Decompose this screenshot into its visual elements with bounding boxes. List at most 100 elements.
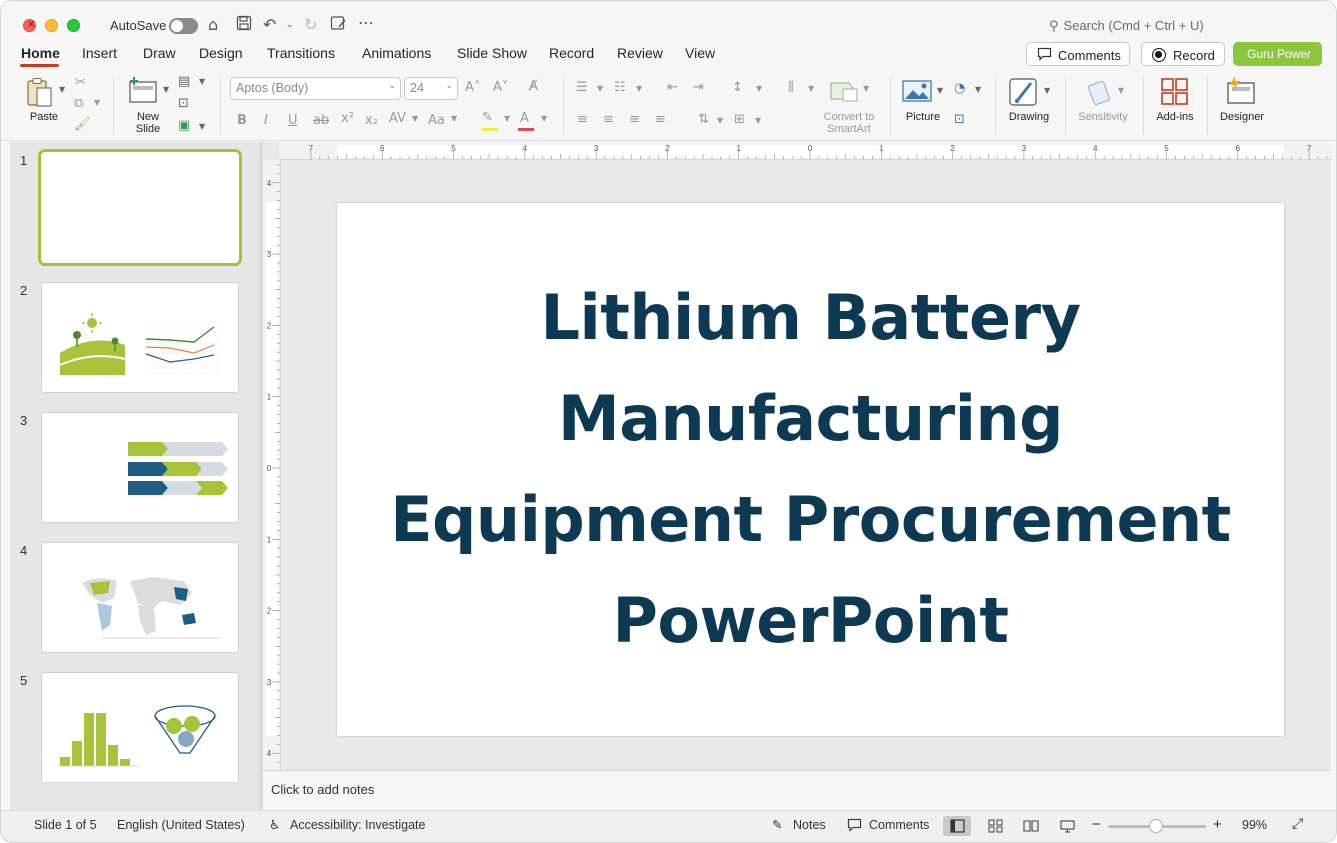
new-slide-button[interactable] — [128, 76, 160, 109]
align-center-icon[interactable]: ≡ — [603, 112, 614, 127]
character-spacing-icon[interactable]: AV — [389, 111, 406, 126]
case-dropdown-icon[interactable]: ▼ — [451, 114, 457, 123]
comments-button[interactable]: Comments — [1026, 42, 1130, 66]
shapes-icon[interactable]: ◔ — [954, 81, 965, 96]
tab-animations[interactable]: Animations — [362, 45, 431, 61]
font-size-select[interactable]: 24 ⌄ — [404, 77, 458, 100]
superscript-icon[interactable]: x² — [341, 111, 354, 126]
spacing-dropdown-icon[interactable]: ▼ — [412, 114, 418, 123]
notes-icon[interactable]: ✎ — [772, 817, 782, 832]
decrease-indent-icon[interactable]: ⇤ — [667, 80, 678, 95]
layout-icon[interactable]: ▤ — [178, 74, 190, 89]
language-status[interactable]: English (United States) — [117, 818, 245, 832]
section-dropdown-icon[interactable]: ▼ — [199, 122, 205, 131]
line-spacing-dropdown-icon[interactable]: ▼ — [756, 84, 762, 93]
record-button[interactable]: Record — [1141, 42, 1225, 66]
slide-thumbnail-3[interactable] — [41, 412, 239, 523]
designer-button[interactable] — [1225, 75, 1259, 112]
guru-power-button[interactable]: Guru Power — [1233, 42, 1322, 66]
columns-dropdown-icon[interactable]: ▼ — [808, 84, 814, 93]
more-options-icon[interactable]: ⋯ — [358, 13, 374, 32]
fit-to-window-icon[interactable]: ⤢ — [1292, 816, 1303, 832]
font-color-icon[interactable]: A — [518, 111, 534, 131]
zoom-percent[interactable]: 99% — [1242, 818, 1267, 832]
redo-icon[interactable]: ↻ — [304, 15, 317, 34]
slide-thumbnail-2[interactable] — [41, 282, 239, 393]
slide-show-button[interactable] — [1053, 816, 1081, 836]
tab-record[interactable]: Record — [549, 45, 594, 61]
reading-view-button[interactable] — [1016, 816, 1044, 836]
line-spacing-icon[interactable]: ↕ — [732, 80, 743, 95]
slide-title[interactable]: Lithium Battery Manufacturing Equipment … — [337, 267, 1284, 671]
numbering-dropdown-icon[interactable]: ▼ — [636, 84, 642, 93]
quick-style-icon[interactable] — [330, 15, 347, 35]
copy-icon[interactable]: ⧉ — [74, 96, 83, 111]
clear-formatting-icon[interactable]: A̸ — [529, 79, 538, 94]
align-text-dropdown-icon[interactable]: ▼ — [755, 116, 761, 125]
notes-toggle[interactable]: Notes — [793, 818, 826, 832]
slide-thumbnail-panel[interactable]: 1 2 3 4 5 — [10, 142, 259, 810]
comments-toggle[interactable]: Comments — [869, 818, 929, 832]
strikethrough-icon[interactable]: ab — [313, 113, 329, 128]
text-direction-dropdown-icon[interactable]: ▼ — [717, 116, 723, 125]
normal-view-button[interactable] — [943, 816, 971, 836]
accessibility-icon[interactable]: ♿ — [269, 817, 280, 832]
search-box[interactable]: ⚲ Search (Cmd + Ctrl + U) — [1049, 18, 1204, 34]
highlight-icon[interactable]: ✎ — [482, 110, 498, 131]
tab-design[interactable]: Design — [199, 45, 243, 61]
paste-dropdown-icon[interactable]: ▼ — [59, 85, 65, 94]
format-painter-icon[interactable]: 🖌 — [74, 117, 91, 132]
zoom-slider-handle[interactable] — [1149, 819, 1163, 833]
justify-icon[interactable]: ≡ — [655, 112, 666, 127]
slide-thumbnail-1[interactable] — [38, 149, 242, 266]
add-ins-button[interactable] — [1160, 77, 1190, 112]
tab-slide-show[interactable]: Slide Show — [457, 45, 527, 61]
drawing-dropdown-icon[interactable]: ▼ — [1044, 86, 1050, 95]
undo-icon[interactable]: ↶ — [263, 15, 276, 34]
tab-insert[interactable]: Insert — [82, 45, 117, 61]
numbering-icon[interactable]: ☷ — [614, 80, 626, 95]
convert-smartart-button[interactable] — [829, 79, 861, 108]
undo-dropdown-chevron-icon[interactable]: ⌄ — [286, 20, 294, 30]
reset-icon[interactable]: ⊡ — [178, 96, 189, 111]
align-left-icon[interactable]: ≡ — [577, 112, 588, 127]
picture-dropdown-icon[interactable]: ▼ — [937, 86, 943, 95]
zoom-window-button[interactable] — [67, 19, 80, 32]
slide-thumbnail-4[interactable] — [41, 542, 239, 653]
decrease-font-icon[interactable]: A˅ — [493, 80, 508, 95]
increase-font-icon[interactable]: A˄ — [465, 80, 480, 95]
tab-review[interactable]: Review — [617, 45, 663, 61]
font-name-select[interactable]: Aptos (Body) ⌄ — [230, 77, 401, 100]
drawing-button[interactable] — [1009, 77, 1041, 112]
change-case-icon[interactable]: Aa — [428, 113, 445, 128]
current-slide[interactable]: Lithium Battery Manufacturing Equipment … — [337, 203, 1284, 736]
align-right-icon[interactable]: ≡ — [629, 112, 640, 127]
paste-button[interactable] — [25, 77, 59, 114]
close-window-button[interactable]: × — [23, 19, 36, 32]
italic-icon[interactable]: I — [264, 113, 268, 128]
tab-view[interactable]: View — [685, 45, 715, 61]
highlight-dropdown-icon[interactable]: ▼ — [504, 114, 510, 123]
sensitivity-button[interactable] — [1087, 77, 1115, 112]
new-slide-dropdown-icon[interactable]: ▼ — [163, 85, 169, 94]
minimize-window-button[interactable] — [45, 19, 58, 32]
autosave-toggle[interactable] — [169, 18, 198, 34]
subscript-icon[interactable]: x₂ — [365, 113, 378, 128]
tab-draw[interactable]: Draw — [143, 45, 176, 61]
textbox-icon[interactable]: ⊡ — [954, 112, 965, 127]
columns-icon[interactable]: ⫼ — [788, 80, 794, 95]
align-text-icon[interactable]: ⊞ — [734, 112, 745, 127]
tab-transitions[interactable]: Transitions — [267, 45, 335, 61]
font-color-dropdown-icon[interactable]: ▼ — [541, 114, 547, 123]
comments-status-icon[interactable] — [847, 818, 862, 835]
picture-button[interactable] — [902, 79, 932, 108]
layout-dropdown-icon[interactable]: ▼ — [199, 77, 205, 86]
section-icon[interactable]: ▣ — [178, 118, 190, 133]
underline-icon[interactable]: U — [288, 113, 298, 128]
home-icon[interactable]: ⌂ — [208, 15, 218, 34]
accessibility-status[interactable]: Accessibility: Investigate — [290, 818, 425, 832]
zoom-in-button[interactable]: + — [1213, 816, 1222, 833]
zoom-out-button[interactable]: − — [1092, 816, 1101, 833]
tab-home[interactable]: Home — [21, 45, 60, 61]
notes-pane[interactable]: Click to add notes — [263, 770, 1331, 810]
